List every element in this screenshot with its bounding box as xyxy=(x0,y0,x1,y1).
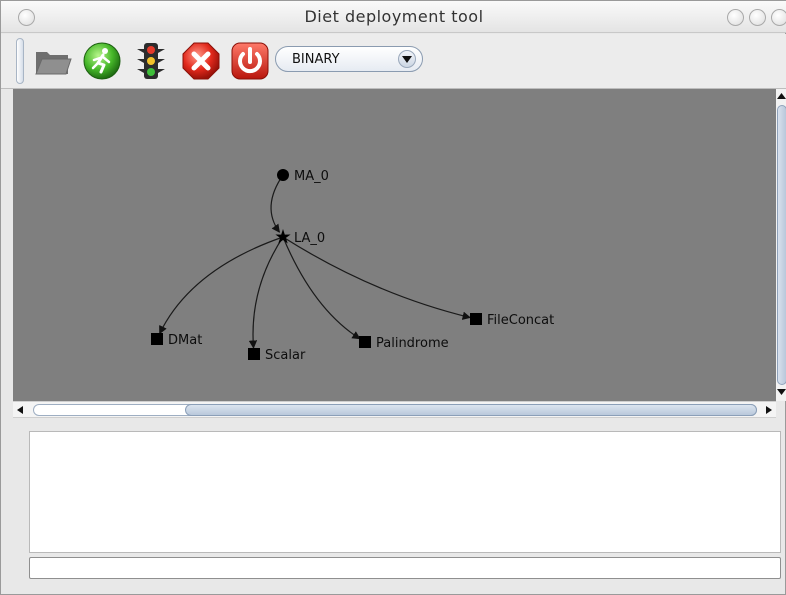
stop-icon xyxy=(182,42,220,80)
run-icon xyxy=(83,42,121,80)
title-bar[interactable]: Diet deployment tool xyxy=(1,1,786,33)
window-title: Diet deployment tool xyxy=(304,7,484,26)
node-square-icon xyxy=(151,333,163,345)
scroll-up-icon[interactable] xyxy=(776,91,786,101)
node-square-icon xyxy=(470,313,482,325)
close-window-button[interactable] xyxy=(771,9,786,26)
node-label: FileConcat xyxy=(487,313,554,328)
open-folder-icon xyxy=(35,52,72,75)
node-fileconcat[interactable]: FileConcat xyxy=(470,313,554,328)
horizontal-scroll-thumb[interactable] xyxy=(185,404,757,416)
node-la0[interactable]: LA_0 xyxy=(275,229,325,246)
traffic-light-icon xyxy=(137,43,165,79)
node-scalar[interactable]: Scalar xyxy=(248,348,306,363)
node-star-icon xyxy=(275,229,291,244)
edge-ma0-la0 xyxy=(270,174,284,233)
toolbar: BINARY xyxy=(1,34,786,89)
maximize-button[interactable] xyxy=(749,9,766,26)
edge-la0-fileconcat xyxy=(282,236,471,320)
mode-select[interactable]: BINARY xyxy=(275,46,423,72)
scroll-down-icon[interactable] xyxy=(776,387,786,397)
run-button[interactable] xyxy=(82,41,122,81)
vertical-scrollbar[interactable] xyxy=(776,89,786,401)
node-circle-icon xyxy=(277,169,289,181)
graph-canvas[interactable]: MA_0 LA_0 DMat Scalar Palindrome FileConcat xyxy=(13,89,776,401)
node-label: MA_0 xyxy=(294,169,329,184)
node-palindrome[interactable]: Palindrome xyxy=(359,336,449,351)
edge-la0-dmat xyxy=(159,236,284,335)
node-square-icon xyxy=(248,348,260,360)
mode-select-value: BINARY xyxy=(292,52,340,67)
scroll-left-icon[interactable] xyxy=(13,402,27,417)
toolbar-grip[interactable] xyxy=(16,38,24,84)
node-label: Palindrome xyxy=(376,336,449,351)
deployment-graph: MA_0 LA_0 DMat Scalar Palindrome FileConcat xyxy=(151,169,554,363)
power-button[interactable] xyxy=(230,41,270,81)
stop-button[interactable] xyxy=(181,41,221,81)
log-output[interactable] xyxy=(29,431,781,553)
chevron-down-icon xyxy=(398,50,416,68)
scroll-right-icon[interactable] xyxy=(762,402,776,417)
minimize-button[interactable] xyxy=(727,9,744,26)
node-dmat[interactable]: DMat xyxy=(151,333,202,348)
command-input[interactable] xyxy=(29,557,781,579)
node-label: Scalar xyxy=(265,348,306,363)
traffic-light-button[interactable] xyxy=(131,41,171,81)
edge-la0-scalar xyxy=(248,236,284,349)
open-folder-button[interactable] xyxy=(33,41,73,81)
node-square-icon xyxy=(359,336,371,348)
vertical-scroll-thumb[interactable] xyxy=(777,105,786,385)
edge-la0-palindrome xyxy=(282,236,361,340)
node-ma0[interactable]: MA_0 xyxy=(277,169,329,184)
horizontal-scrollbar[interactable] xyxy=(13,401,776,418)
app-window: Diet deployment tool BINARY MA_0 LA_0 DM… xyxy=(0,0,786,595)
power-icon xyxy=(231,42,269,80)
node-label: LA_0 xyxy=(294,231,325,246)
node-label: DMat xyxy=(168,333,202,348)
